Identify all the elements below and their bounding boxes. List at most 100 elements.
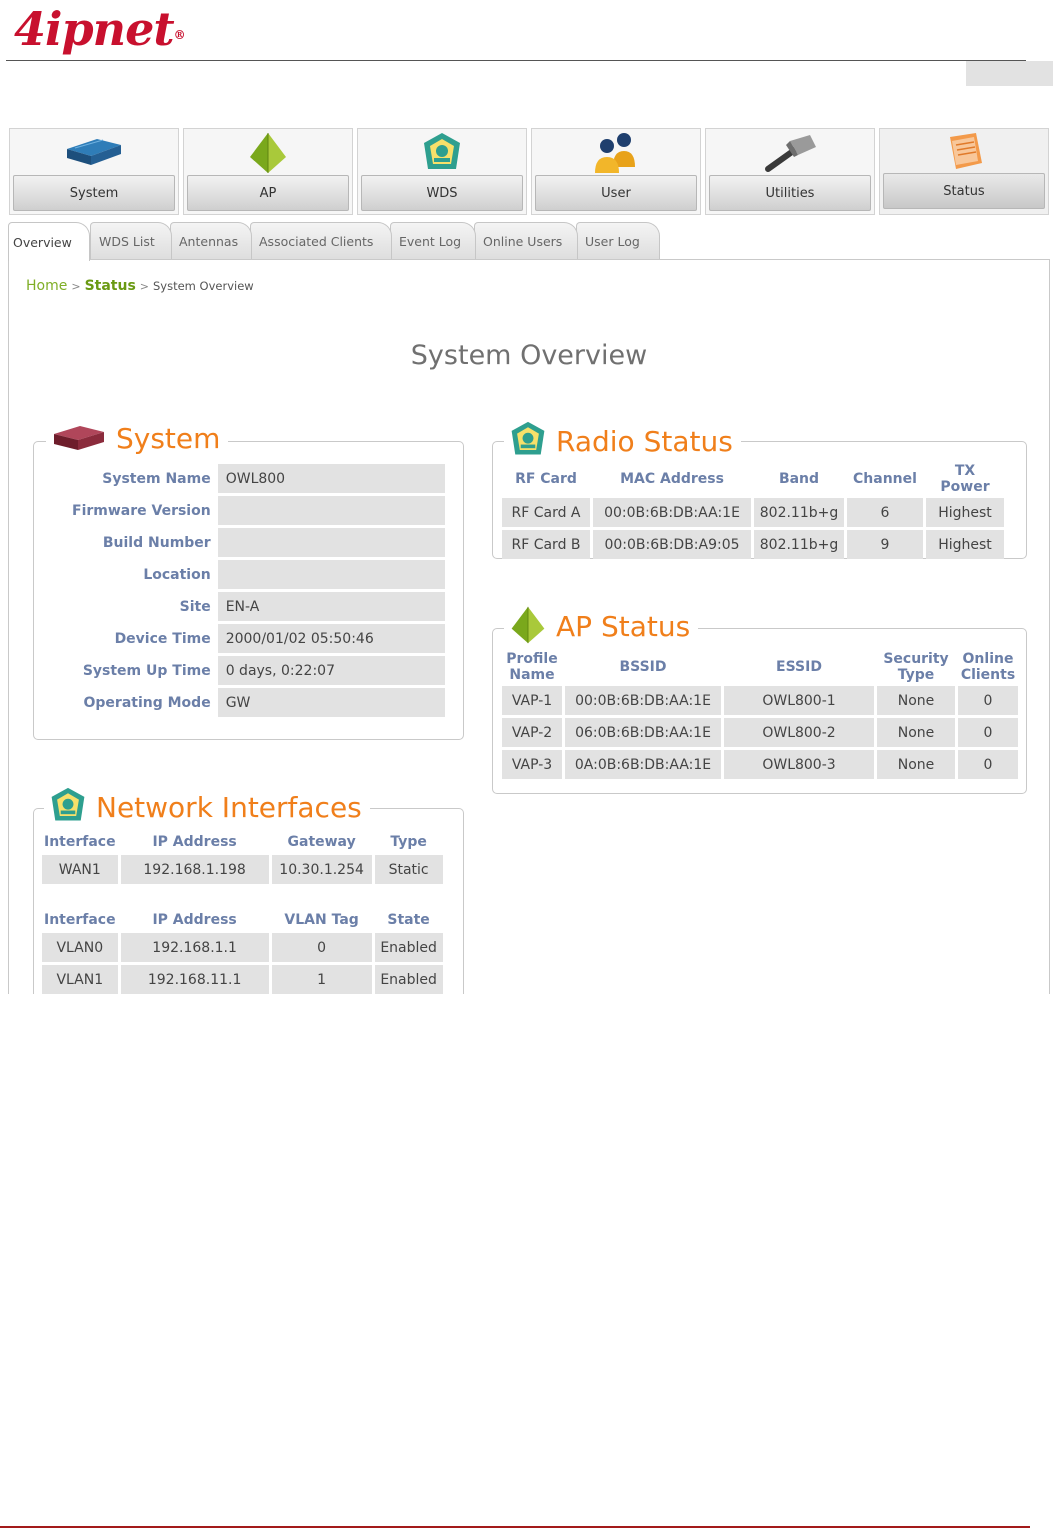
system-row: Location [71,560,445,589]
table-cell: VAP-3 [502,750,562,779]
system-field-label: System Up Time [82,662,211,679]
column-header: Online Clients [960,651,1016,683]
tab-event-log[interactable]: Event Log [390,222,476,260]
table-cell: 0 [958,686,1018,715]
tab-overview[interactable]: Overview [8,222,90,261]
tab-antennas[interactable]: Antennas [170,222,252,260]
system-field-value: GW [217,688,445,717]
breadcrumb-status-link[interactable]: Status [85,278,136,294]
table-cell: None [877,750,955,779]
system-field-label: Build Number [102,534,211,551]
system-row: System Up Time 0 days, 0:22:07 [71,656,445,685]
notepad-icon [880,131,1048,175]
table-row: WAN1 192.168.1.198 10.30.1.254 Static [42,855,443,884]
menu-wds[interactable]: WDS [357,128,527,215]
table-cell: RF Card A [502,498,590,527]
column-header: IP Address [152,912,237,928]
menu-ap-button[interactable]: AP [187,175,349,211]
column-header: VLAN Tag [284,912,359,928]
system-row: Firmware Version [71,496,445,525]
menu-utilities-button[interactable]: Utilities [709,175,871,211]
menu-system-button[interactable]: System [13,175,175,211]
system-field-value: EN-A [217,592,445,621]
table-row: VAP-3 0A:0B:6B:DB:AA:1E OWL800-3 None 0 [502,750,1018,779]
column-header: Interface [44,834,116,850]
ap-status-legend: AP Status [504,604,699,650]
system-info-table: System Name OWL800 Firmware Version Build N… [68,461,448,720]
table-row: VAP-1 00:0B:6B:DB:AA:1E OWL800-1 None 0 [502,686,1018,715]
system-field-value: OWL800 [217,464,445,493]
ap-pyramid-icon [508,604,548,650]
menu-user-button[interactable]: User [535,175,697,211]
table-cell: 192.168.11.1 [120,965,269,994]
table-cell: VAP-2 [502,718,562,747]
page-blank-area [0,994,1053,1524]
system-title: System [116,422,221,455]
breadcrumb: Home > Status > System Overview [26,278,254,294]
wan-table: Interface IP Address Gateway Type WAN1 192.1… [39,829,446,887]
column-header: RF Card [515,471,577,487]
menu-system[interactable]: System [9,128,179,215]
table-cell: VLAN1 [42,965,118,994]
table-row: RF Card B 00:0B:6B:DB:A9:05 802.11b+g 9 High… [502,530,1004,559]
system-field-label: System Name [102,470,211,487]
table-cell: 802.11b+g [754,530,844,559]
table-row: VLAN1 192.168.11.1 1 Enabled [42,965,443,994]
system-field-value [217,496,445,525]
hammer-icon [706,131,874,175]
network-device-icon [10,131,178,175]
table-cell: 00:0B:6B:DB:A9:05 [593,530,751,559]
radio-status-title: Radio Status [556,425,733,458]
wds-emblem-icon [358,131,526,175]
tab-wds-list[interactable]: WDS List [90,222,172,260]
table-cell: None [877,718,955,747]
table-cell: OWL800-2 [724,718,874,747]
header-corner-tab [966,61,1053,86]
table-cell: None [877,686,955,715]
table-cell: Enabled [374,933,443,962]
tab-online-users[interactable]: Online Users [474,222,578,260]
network-emblem-icon [48,786,88,830]
breadcrumb-home-link[interactable]: Home [26,278,67,294]
column-header: MAC Address [620,471,724,487]
table-cell: 00:0B:6B:DB:AA:1E [593,498,751,527]
menu-status[interactable]: Status [879,128,1049,215]
brand-logo[interactable]: 4ipnet® [14,2,186,56]
table-cell: RF Card B [502,530,590,559]
table-cell: VAP-1 [502,686,562,715]
tab-associated-clients[interactable]: Associated Clients [250,222,392,260]
system-row: Device Time 2000/01/02 05:50:46 [71,624,445,653]
system-row: Operating Mode GW [71,688,445,717]
table-cell: Static [374,855,443,884]
ap-pyramid-icon [184,131,352,175]
system-field-label: Operating Mode [83,694,211,711]
menu-ap[interactable]: AP [183,128,353,215]
menu-status-button[interactable]: Status [883,173,1045,209]
table-cell: Enabled [374,965,443,994]
sub-tabs: User Log Online Users Event Log Associat… [8,222,668,261]
column-header: Band [778,471,820,487]
table-cell: OWL800-3 [724,750,874,779]
table-cell: VLAN0 [42,933,118,962]
system-row: Build Number [71,528,445,557]
page-title: System Overview [410,340,648,371]
ap-status-table: Profile Name BSSID ESSID Security Type Online C… [499,648,1021,782]
system-field-value [217,560,445,589]
table-cell: Highest [926,530,1004,559]
table-cell: 06:0B:6B:DB:AA:1E [565,718,721,747]
ap-status-title: AP Status [556,610,691,643]
column-header: State [387,912,430,928]
menu-user[interactable]: User [531,128,701,215]
table-cell: OWL800-1 [724,686,874,715]
table-cell: Highest [926,498,1004,527]
system-field-label: Site [179,598,211,615]
network-interfaces-legend: Network Interfaces [44,786,370,830]
breadcrumb-current: System Overview [153,279,254,293]
table-cell: 802.11b+g [754,498,844,527]
table-cell: 0A:0B:6B:DB:AA:1E [565,750,721,779]
header-divider [6,60,1026,61]
column-header: Channel [853,471,917,487]
tab-user-log[interactable]: User Log [576,222,660,260]
menu-wds-button[interactable]: WDS [361,175,523,211]
menu-utilities[interactable]: Utilities [705,128,875,215]
